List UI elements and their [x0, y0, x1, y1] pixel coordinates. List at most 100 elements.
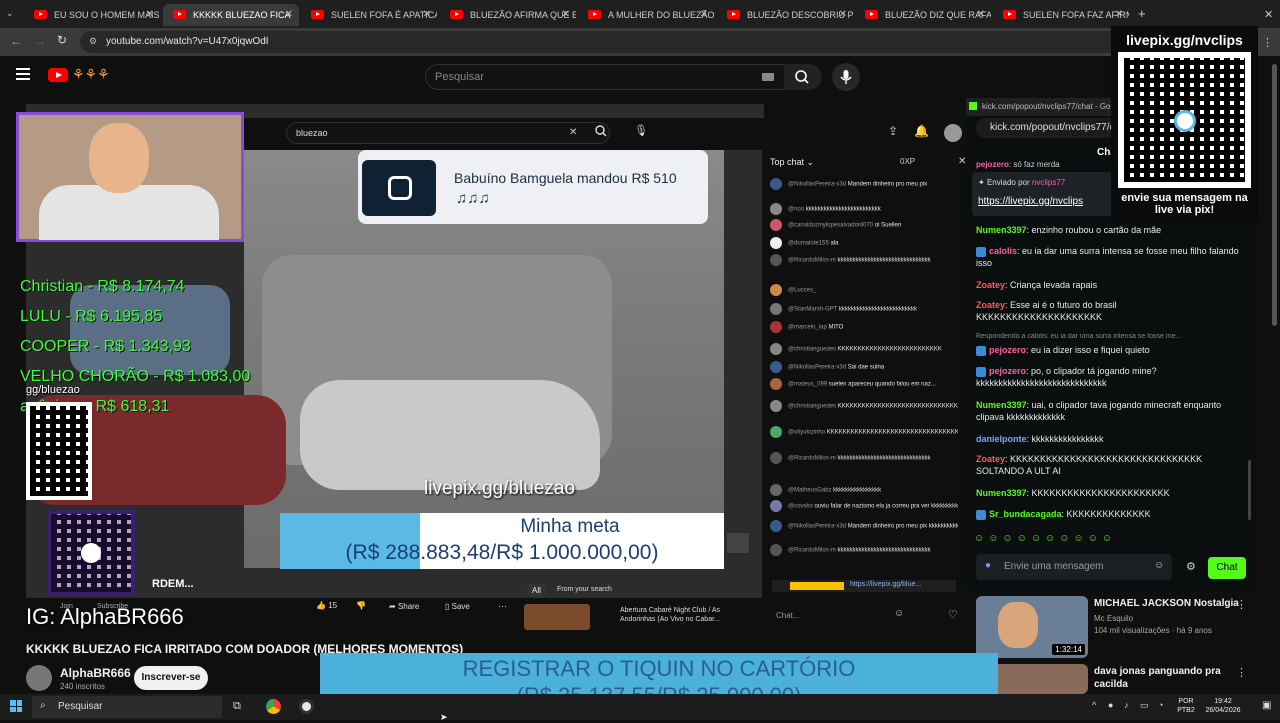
url-field[interactable]: ⚙ youtube.com/watch?v=U47x0jqwOdI: [80, 31, 1130, 53]
subscribe-button[interactable]: Inscrever-se: [134, 666, 208, 690]
sub-badge-icon: [976, 509, 986, 520]
tray-network-icon[interactable]: ▭: [1140, 700, 1149, 711]
task-view-icon[interactable]: ⧉: [233, 700, 241, 713]
channel-avatar[interactable]: [26, 665, 52, 691]
kick-chat-author[interactable]: danielponte: [976, 434, 1027, 444]
kick-chat-author[interactable]: Zoatey: [976, 454, 1005, 464]
kick-send-button[interactable]: Chat: [1208, 557, 1246, 579]
back-icon[interactable]: ←: [10, 34, 22, 48]
pinned-link[interactable]: https://livepix.gg/nvclips: [978, 196, 1083, 207]
tab-close-icon[interactable]: ✕: [562, 9, 570, 20]
chat-text: KKKKKKKKKKKKKKKKKKKKKKKKKK: [837, 346, 942, 353]
channel-name[interactable]: AlphaBR666: [60, 666, 131, 680]
page-scrollbar[interactable]: [1272, 64, 1277, 326]
kick-chat-author[interactable]: Numen3397: [976, 225, 1027, 235]
chat-text: kkkkkkkkkkkkkkkkkkkkkkkkkkkkkkk: [837, 257, 931, 264]
tab-7[interactable]: BLUEZÃO DIZ QUE RAFA ✕: [855, 4, 991, 26]
kick-settings-icon[interactable]: ⚙: [1186, 560, 1196, 573]
tab-label: BLUEZÃO AFIRMA QUE E: [470, 10, 576, 20]
kick-chat-text: : Criança levada rapais: [1005, 280, 1098, 290]
tab-close-icon[interactable]: ✕: [839, 9, 847, 20]
chrome-icon[interactable]: [266, 699, 281, 714]
rec-channel[interactable]: Mc Esquilo: [1094, 614, 1133, 623]
notification-icon[interactable]: ▣: [1262, 700, 1271, 711]
search-input[interactable]: Pesquisar: [425, 64, 785, 90]
chat-avatar: [770, 484, 782, 496]
tab-1[interactable]: EU SOU O HOMEM MAIS ✕: [24, 4, 160, 26]
chat-text: kkkkkkkkkkkkkkkkkkkkkkkkkk: [839, 306, 917, 313]
tab-close-icon[interactable]: ✕: [146, 9, 154, 20]
kick-logo-icon: [969, 102, 977, 110]
voice-search-button[interactable]: [832, 63, 860, 91]
tab-close-icon[interactable]: ✕: [423, 9, 431, 20]
tab-2-active[interactable]: KKKKK BLUEZAO FICA ✕: [163, 4, 299, 26]
tray-chevron-icon[interactable]: ^: [1092, 700, 1096, 710]
top-chat-message: @RicardoMilos-m kkkkkkkkkkkkkkkkkkkkkkkk…: [770, 544, 958, 556]
kick-mic-icon[interactable]: ●: [985, 560, 991, 571]
tab-search-icon[interactable]: ⌄: [6, 8, 20, 20]
obs-icon[interactable]: [299, 699, 314, 714]
youtube-logo-icon[interactable]: [48, 68, 68, 82]
chat-text: MITO: [828, 324, 844, 331]
tray-sound-icon[interactable]: ♪: [1124, 700, 1129, 710]
browser-menu-icon[interactable]: ⋮: [1262, 36, 1273, 49]
tray-mic-icon[interactable]: ●: [1108, 700, 1113, 710]
menu-icon[interactable]: [16, 68, 30, 80]
rec-title[interactable]: dava jonas panguando pra: [1094, 666, 1221, 677]
site-info-icon[interactable]: ⚙: [89, 36, 97, 47]
window-close-icon[interactable]: ✕: [1264, 8, 1273, 21]
kick-emote-bar[interactable]: ☺☺☺☺☺☺☺☺☺☺: [974, 533, 1164, 547]
tab-5[interactable]: A MULHER DO BLUEZÃO ✕: [578, 4, 714, 26]
rec-title[interactable]: MICHAEL JACKSON Nostalgia: [1094, 598, 1239, 609]
kick-chat-message: calolis: eu ia dar uma surra intensa se …: [976, 245, 1240, 269]
fullscreen-icon[interactable]: [727, 533, 749, 553]
search-button[interactable]: [784, 64, 822, 90]
donation-qr-code: [26, 402, 92, 500]
chat-text: Mandem dinheiro pro meu pix kkkkkkkkkkkk: [847, 523, 958, 530]
stream-like-button: 👍 15: [316, 601, 338, 610]
kick-chat-author[interactable]: calolis: [989, 246, 1017, 256]
tab-6[interactable]: BLUEZÃO DESCOBRIU PE ✕: [717, 4, 853, 26]
tray-language[interactable]: POR PTB2: [1174, 697, 1198, 715]
reload-icon[interactable]: ↻: [57, 33, 67, 47]
tray-clock[interactable]: 19:42 26/04/2026: [1200, 697, 1246, 715]
kick-chat-author[interactable]: pejozero: [989, 366, 1026, 376]
tab-8[interactable]: SUELEN FOFA FAZ AFIRM ✕: [993, 4, 1129, 26]
new-tab-icon[interactable]: +: [1138, 6, 1146, 21]
kick-chat-author[interactable]: Numen3397: [976, 488, 1027, 498]
tray-wifi-icon[interactable]: ◔: [1158, 700, 1163, 710]
tab-3[interactable]: SUELEN FOFA É APATICA ✕: [301, 4, 437, 26]
rec-more-icon[interactable]: ⋮: [1236, 666, 1247, 679]
windows-start-icon[interactable]: [10, 700, 22, 712]
channel-subscribers: 240 inscritos: [60, 682, 105, 691]
kick-chat-author[interactable]: Numen3397: [976, 400, 1027, 410]
rec-title[interactable]: cacilda: [1094, 679, 1128, 690]
taskbar-search[interactable]: ⌕ Pesquisar: [32, 696, 222, 718]
doodle-logo-icon[interactable]: ⚘⚘⚘: [72, 66, 110, 83]
stream-heart-icon: ♡: [948, 609, 958, 621]
kick-chat-author[interactable]: pejozero: [989, 345, 1026, 355]
webcam-person-body: [39, 185, 219, 240]
rec-thumbnail[interactable]: 1:32:14: [976, 596, 1088, 658]
tab-close-icon[interactable]: ✕: [285, 9, 293, 20]
rec-more-icon[interactable]: ⋮: [1236, 598, 1247, 611]
forward-icon[interactable]: →: [34, 34, 46, 48]
tab-close-icon[interactable]: ✕: [977, 9, 985, 20]
tab-close-icon[interactable]: ✕: [700, 9, 708, 20]
chat-author: @christianguedes: [788, 403, 838, 410]
kick-emoji-icon[interactable]: ☺: [1154, 560, 1164, 571]
chat-avatar: [770, 303, 782, 315]
kick-scrollbar[interactable]: [1248, 460, 1251, 520]
tab-close-icon[interactable]: ✕: [1115, 9, 1123, 20]
top-chat-message: @covsko ouviu falar de nazismo ela ja co…: [770, 500, 958, 512]
kick-chat-author[interactable]: Zoatey: [976, 300, 1005, 310]
livepix-panel-url: livepix.gg/nvclips: [1126, 32, 1243, 48]
tab-4[interactable]: BLUEZÃO AFIRMA QUE E ✕: [440, 4, 576, 26]
stream-rec-title: Abertura Cabaré Night Club / As Andorinh…: [620, 607, 720, 623]
kick-chat-author[interactable]: Zoatey: [976, 280, 1005, 290]
kick-message-input[interactable]: ● Envie uma mensagem ☺: [976, 554, 1172, 580]
top-chat-message: @marcelo_lap MITO: [770, 321, 958, 333]
chat-text: suelen apareceu quando falou em naz...: [828, 381, 936, 388]
keyboard-icon[interactable]: [762, 73, 774, 81]
kick-chat-author[interactable]: Sr_bundacagada: [989, 509, 1062, 519]
